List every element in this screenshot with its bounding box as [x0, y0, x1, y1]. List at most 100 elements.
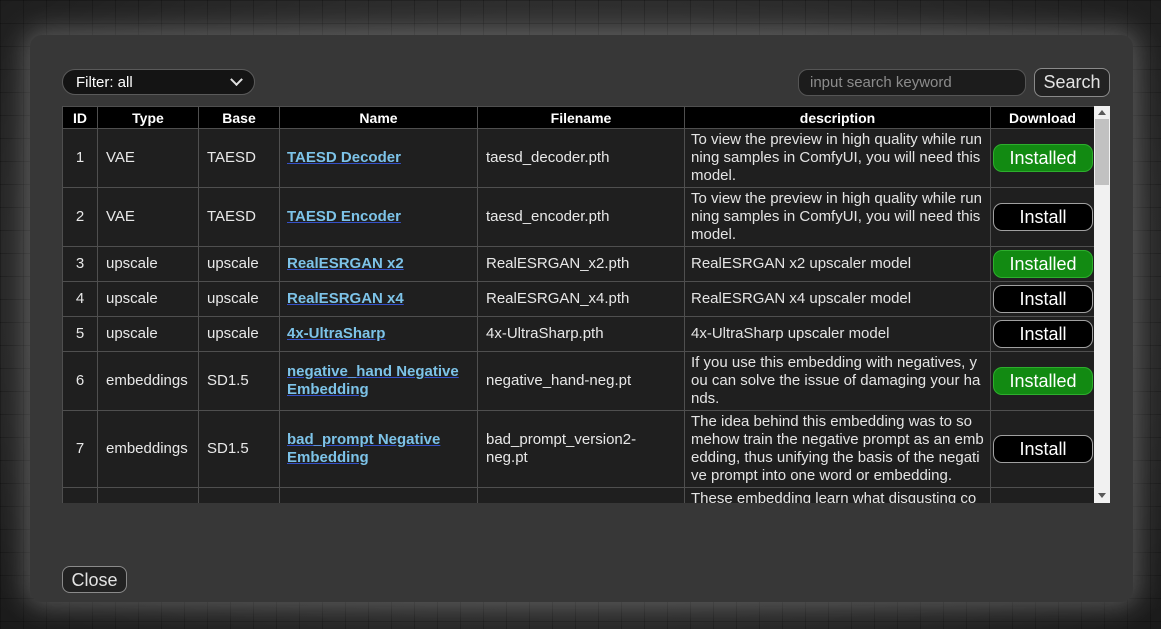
cell-name	[280, 488, 478, 504]
column-header-base: Base	[199, 107, 280, 129]
cell-type: VAE	[98, 129, 199, 188]
cell-filename: taesd_encoder.pth	[478, 188, 685, 247]
models-table: IDTypeBaseNameFilenamedescriptionDownloa…	[62, 106, 1094, 503]
cell-description: To view the preview in high quality whil…	[685, 129, 991, 188]
search-button[interactable]: Search	[1034, 68, 1110, 97]
cell-download: Install	[991, 188, 1095, 247]
search-input[interactable]	[798, 69, 1026, 96]
cell-name: TAESD Encoder	[280, 188, 478, 247]
chevron-down-icon	[230, 73, 243, 86]
cell-type: upscale	[98, 317, 199, 352]
cell-download: Install	[991, 317, 1095, 352]
column-header-type: Type	[98, 107, 199, 129]
table-row: 5upscaleupscale4x-UltraSharp4x-UltraShar…	[63, 317, 1095, 352]
search-group: Search	[798, 68, 1110, 97]
scrollbar-down-arrow-icon[interactable]	[1094, 489, 1110, 501]
cell-id: 2	[63, 188, 98, 247]
filter-select[interactable]: Filter: all	[62, 69, 255, 95]
install-button[interactable]: Install	[993, 285, 1093, 313]
cell-id: 6	[63, 352, 98, 411]
column-header-download: Download	[991, 107, 1095, 129]
cell-type: embeddings	[98, 352, 199, 411]
model-name-link[interactable]: RealESRGAN x2	[287, 255, 404, 272]
cell-download	[991, 488, 1095, 504]
cell-description: RealESRGAN x4 upscaler model	[685, 282, 991, 317]
model-name-link[interactable]: bad_prompt Negative Embedding	[287, 431, 440, 466]
cell-type	[98, 488, 199, 504]
cell-type: upscale	[98, 247, 199, 282]
table-row: 3upscaleupscaleRealESRGAN x2RealESRGAN_x…	[63, 247, 1095, 282]
cell-base: SD1.5	[199, 411, 280, 488]
installed-button[interactable]: Installed	[993, 367, 1093, 395]
model-name-link[interactable]: RealESRGAN x4	[287, 290, 404, 307]
cell-base: upscale	[199, 282, 280, 317]
cell-download: Install	[991, 282, 1095, 317]
installed-button[interactable]: Installed	[993, 250, 1093, 278]
model-name-link[interactable]: TAESD Decoder	[287, 149, 401, 166]
cell-name: bad_prompt Negative Embedding	[280, 411, 478, 488]
cell-type: upscale	[98, 282, 199, 317]
installed-button[interactable]: Installed	[993, 144, 1093, 172]
cell-download: Installed	[991, 247, 1095, 282]
cell-name: RealESRGAN x2	[280, 247, 478, 282]
model-name-link[interactable]: TAESD Encoder	[287, 208, 401, 225]
cell-type: VAE	[98, 188, 199, 247]
models-table-scroll-area[interactable]: IDTypeBaseNameFilenamedescriptionDownloa…	[62, 106, 1094, 503]
cell-description: 4x-UltraSharp upscaler model	[685, 317, 991, 352]
install-button[interactable]: Install	[993, 203, 1093, 231]
close-button[interactable]: Close	[62, 566, 127, 593]
cell-description: RealESRGAN x2 upscaler model	[685, 247, 991, 282]
cell-filename: taesd_decoder.pth	[478, 129, 685, 188]
cell-id: 5	[63, 317, 98, 352]
scrollbar-thumb[interactable]	[1095, 119, 1109, 185]
cell-name: RealESRGAN x4	[280, 282, 478, 317]
cell-name: negative_hand Negative Embedding	[280, 352, 478, 411]
cell-description: These embedding learn what disgusting co…	[685, 488, 991, 504]
models-table-zone: IDTypeBaseNameFilenamedescriptionDownloa…	[62, 106, 1110, 503]
cell-base: TAESD	[199, 188, 280, 247]
cell-name: TAESD Decoder	[280, 129, 478, 188]
cell-filename: negative_hand-neg.pt	[478, 352, 685, 411]
model-name-link[interactable]: negative_hand Negative Embedding	[287, 363, 459, 398]
cell-base: TAESD	[199, 129, 280, 188]
cell-description: To view the preview in high quality whil…	[685, 188, 991, 247]
cell-description: If you use this embedding with negatives…	[685, 352, 991, 411]
column-header-id: ID	[63, 107, 98, 129]
cell-description: The idea behind this embedding was to so…	[685, 411, 991, 488]
cell-filename: RealESRGAN_x4.pth	[478, 282, 685, 317]
cell-download: Installed	[991, 129, 1095, 188]
table-row: 6embeddingsSD1.5negative_hand Negative E…	[63, 352, 1095, 411]
install-models-dialog: Filter: all Search IDTypeBaseNameFilenam…	[30, 35, 1133, 602]
table-row: 4upscaleupscaleRealESRGAN x4RealESRGAN_x…	[63, 282, 1095, 317]
install-button[interactable]: Install	[993, 435, 1093, 463]
cell-base	[199, 488, 280, 504]
cell-id: 3	[63, 247, 98, 282]
cell-download: Install	[991, 411, 1095, 488]
cell-type: embeddings	[98, 411, 199, 488]
column-header-name: Name	[280, 107, 478, 129]
table-header-row: IDTypeBaseNameFilenamedescriptionDownloa…	[63, 107, 1095, 129]
table-row: 7embeddingsSD1.5bad_prompt Negative Embe…	[63, 411, 1095, 488]
cell-base: upscale	[199, 247, 280, 282]
cell-base: upscale	[199, 317, 280, 352]
scrollbar-up-arrow-icon[interactable]	[1094, 106, 1110, 118]
table-row: 2VAETAESD TAESD Encoder taesd_encoder.pthT…	[63, 188, 1095, 247]
install-button[interactable]: Install	[993, 320, 1093, 348]
table-scrollbar[interactable]	[1094, 106, 1110, 503]
column-header-filename: Filename	[478, 107, 685, 129]
model-name-link[interactable]: 4x-UltraSharp	[287, 325, 385, 342]
cell-id: 7	[63, 411, 98, 488]
cell-filename	[478, 488, 685, 504]
cell-download: Installed	[991, 352, 1095, 411]
dialog-toolbar: Filter: all Search	[62, 68, 1110, 96]
column-header-description: description	[685, 107, 991, 129]
table-row: These embedding learn what disgusting co…	[63, 488, 1095, 504]
cell-filename: bad_prompt_version2-neg.pt	[478, 411, 685, 488]
cell-id	[63, 488, 98, 504]
cell-filename: RealESRGAN_x2.pth	[478, 247, 685, 282]
cell-filename: 4x-UltraSharp.pth	[478, 317, 685, 352]
cell-base: SD1.5	[199, 352, 280, 411]
cell-id: 4	[63, 282, 98, 317]
cell-id: 1	[63, 129, 98, 188]
cell-name: 4x-UltraSharp	[280, 317, 478, 352]
